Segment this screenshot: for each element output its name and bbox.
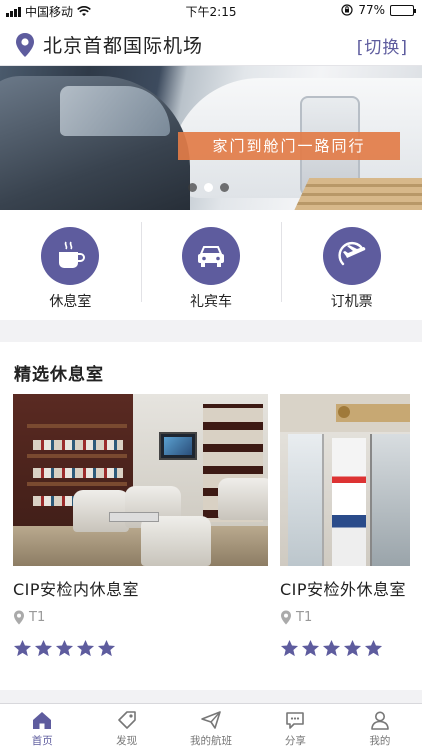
- quick-item-label: 休息室: [49, 294, 92, 310]
- star-icon: [280, 639, 299, 657]
- star-icon: [34, 639, 53, 657]
- featured-lounges-section: 精选休息室 CIP安检内休息室 T1 CIP安检外休息室 T1: [0, 342, 422, 690]
- status-bar: 中国移动 下午2:15 77%: [0, 0, 422, 22]
- lounge-name: CIP安检外休息室: [280, 580, 407, 599]
- terminal-label: T1: [296, 610, 313, 625]
- tab-label: 我的航班: [190, 735, 233, 747]
- banner-pagination: [188, 183, 229, 192]
- tab-my-flights[interactable]: 我的航班: [169, 704, 253, 750]
- pagination-dot[interactable]: [204, 183, 213, 192]
- star-icon: [97, 639, 116, 657]
- switch-airport-button[interactable]: [切换]: [357, 33, 408, 58]
- tab-profile[interactable]: 我的: [338, 704, 422, 750]
- star-icon: [76, 639, 95, 657]
- quick-item-label: 订机票: [330, 294, 373, 310]
- banner-stairs: [290, 178, 422, 210]
- tag-icon: [117, 711, 136, 729]
- star-icon: [343, 639, 362, 657]
- lounge-name: CIP安检内休息室: [13, 580, 140, 599]
- tab-label: 我的: [369, 735, 391, 747]
- pagination-dot[interactable]: [188, 183, 197, 192]
- airport-name: 北京首都国际机场: [43, 35, 204, 57]
- location-pin-icon: [16, 33, 34, 57]
- star-icon: [55, 639, 74, 657]
- lounge-photo: [280, 394, 410, 566]
- app-header: 北京首都国际机场 [切换]: [0, 22, 422, 66]
- star-icon: [301, 639, 320, 657]
- plane-takeoff-icon: [338, 241, 365, 266]
- paper-plane-icon: [201, 711, 221, 729]
- star-icon: [364, 639, 383, 657]
- lounge-photo: [13, 394, 268, 566]
- tab-home[interactable]: 首页: [0, 704, 84, 750]
- banner-slogan: 家门到舱门一路同行: [178, 132, 400, 160]
- quick-menu: 休息室 礼宾车 订机票: [0, 210, 422, 320]
- orientation-lock-icon: [341, 4, 353, 16]
- lounge-carousel[interactable]: CIP安检内休息室 T1 CIP安检外休息室 T1: [13, 394, 410, 658]
- coffee-cup-icon: [59, 241, 86, 268]
- tab-discover[interactable]: 发现: [84, 704, 168, 750]
- tab-share[interactable]: 分享: [253, 704, 337, 750]
- location-pin-icon: [14, 610, 24, 625]
- tab-label: 首页: [31, 735, 53, 747]
- quick-item-car[interactable]: 礼宾车: [140, 210, 282, 320]
- car-icon: [198, 246, 224, 267]
- home-icon: [33, 712, 52, 729]
- star-icon: [322, 639, 341, 657]
- quick-item-label: 礼宾车: [190, 294, 232, 310]
- status-right: 77%: [341, 3, 416, 17]
- user-icon: [371, 711, 389, 730]
- lounge-rating: [280, 639, 410, 658]
- battery-icon: [390, 4, 416, 16]
- lounge-terminal: T1: [280, 610, 410, 625]
- tab-label: 分享: [284, 735, 306, 747]
- battery-percent: 77%: [358, 3, 385, 17]
- lounge-card[interactable]: CIP安检内休息室 T1: [13, 394, 268, 658]
- terminal-label: T1: [29, 610, 46, 625]
- lounge-card[interactable]: CIP安检外休息室 T1: [280, 394, 410, 658]
- star-icon: [13, 639, 32, 657]
- section-title: 精选休息室: [14, 365, 104, 385]
- quick-item-ticket[interactable]: 订机票: [281, 210, 422, 320]
- location-pin-icon: [281, 610, 291, 625]
- chat-bubble-icon: [286, 712, 305, 729]
- lounge-rating: [13, 639, 268, 658]
- pagination-dot[interactable]: [220, 183, 229, 192]
- lounge-terminal: T1: [13, 610, 268, 625]
- bottom-tab-bar: 首页 发现 我的航班 分享 我的: [0, 703, 422, 750]
- tab-label: 发现: [116, 735, 138, 747]
- quick-item-lounge[interactable]: 休息室: [0, 210, 141, 320]
